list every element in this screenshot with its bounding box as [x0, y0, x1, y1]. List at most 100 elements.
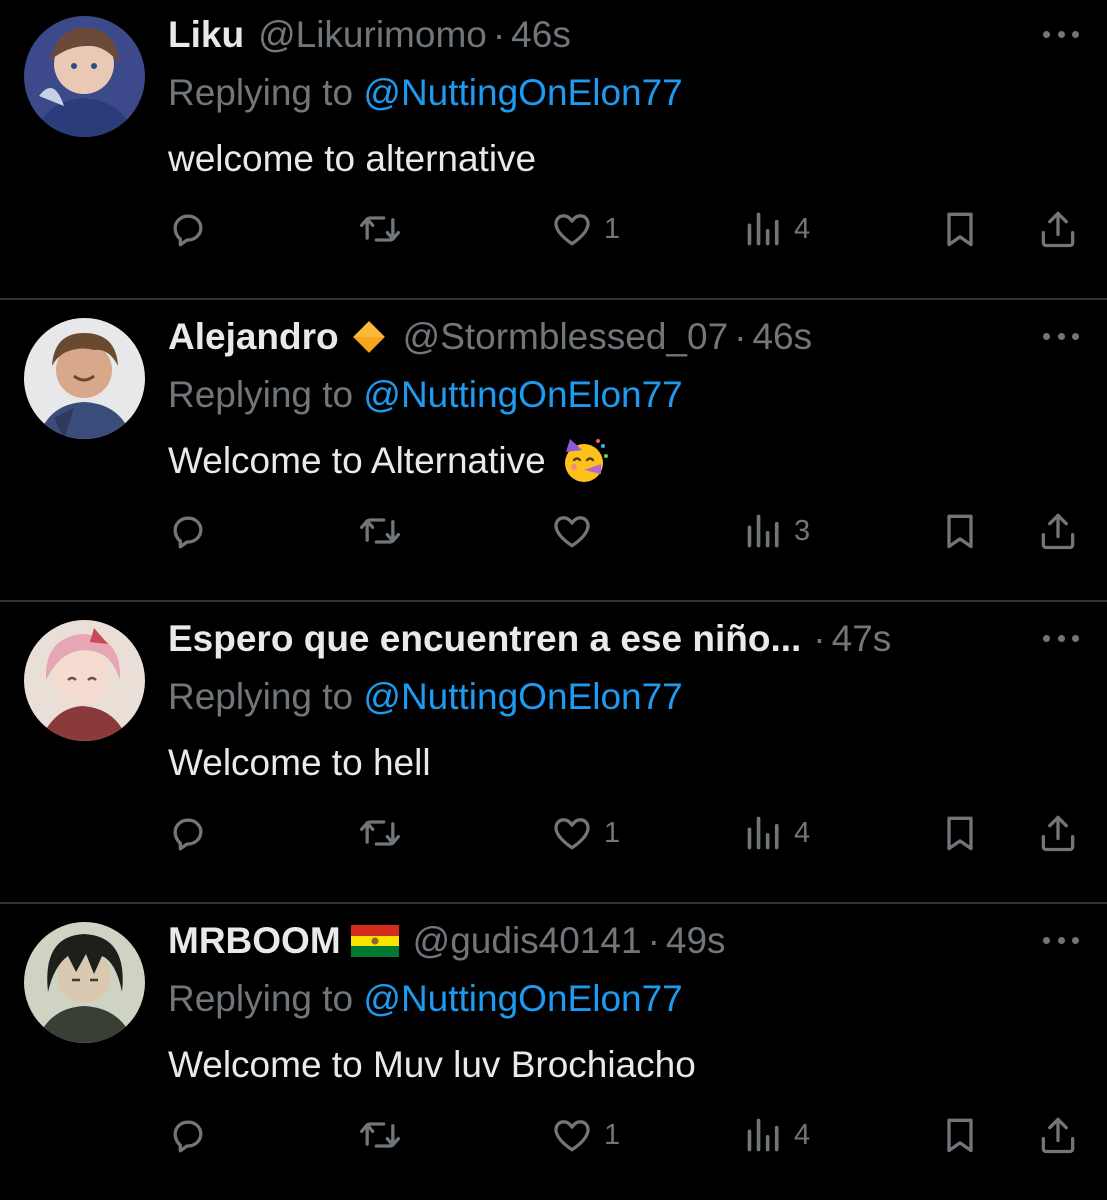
replying-to-label: Replying to: [168, 72, 354, 113]
avatar-image-espero: [24, 620, 145, 741]
bar-chart-icon: [747, 1118, 779, 1152]
partying-face-icon: [560, 436, 610, 486]
like-button[interactable]: 1: [550, 1110, 620, 1160]
reply-button[interactable]: [166, 1110, 210, 1160]
views-button[interactable]: 4: [744, 808, 810, 858]
reply-text-content: Welcome to hell: [168, 742, 431, 783]
bookmark-button[interactable]: [938, 1110, 982, 1160]
author-name[interactable]: Alejandro: [168, 312, 339, 362]
avatar-image-mrboom: [24, 922, 145, 1043]
author-name[interactable]: Espero que encuentren a ese niño...: [168, 614, 801, 664]
like-button[interactable]: [550, 506, 604, 556]
reply-text: Welcome to hell: [168, 738, 431, 788]
share-icon: [1041, 1117, 1075, 1154]
reply-header: Liku @Likurimomo · 46s: [168, 10, 571, 60]
orange-diamond-icon: [349, 317, 389, 357]
retweet-icon: [360, 216, 400, 242]
avatar[interactable]: [24, 16, 145, 137]
views-button[interactable]: 3: [744, 506, 810, 556]
reply-button[interactable]: [166, 506, 210, 556]
replying-to-mention[interactable]: @NuttingOnElon77: [363, 72, 682, 113]
retweet-icon: [360, 518, 400, 544]
reply-button[interactable]: [166, 204, 210, 254]
action-bar: 1 4: [0, 1110, 1107, 1160]
separator-dot: ·: [734, 316, 747, 357]
reply-text: Welcome to Muv luv Brochiacho: [168, 1040, 696, 1090]
replying-to: Replying to @NuttingOnElon77: [168, 672, 683, 722]
like-count: 1: [604, 1118, 621, 1151]
retweet-icon: [360, 820, 400, 846]
bookmark-button[interactable]: [938, 808, 982, 858]
retweet-button[interactable]: [356, 204, 404, 254]
views-button[interactable]: 4: [744, 1110, 810, 1160]
separator-dot: ·: [647, 920, 660, 961]
retweet-button[interactable]: [356, 506, 404, 556]
timestamp[interactable]: 46s: [752, 312, 812, 362]
like-count: 1: [604, 816, 621, 849]
bookmark-icon: [947, 212, 973, 247]
more-horizontal-icon[interactable]: [1043, 626, 1079, 650]
like-button[interactable]: 1: [550, 808, 620, 858]
reply-tweet[interactable]: Alejandro @Stormblessed_07 · 46s Replyin…: [0, 300, 1107, 602]
avatar[interactable]: [24, 620, 145, 741]
timestamp[interactable]: 46s: [511, 10, 571, 60]
more-horizontal-icon[interactable]: [1043, 22, 1079, 46]
reply-button[interactable]: [166, 808, 210, 858]
action-bar: 3: [0, 506, 1107, 556]
timestamp[interactable]: 49s: [666, 916, 726, 966]
reply-header: MRBOOM @gudis40141 · 49s: [168, 916, 726, 966]
share-icon: [1041, 211, 1075, 248]
retweet-button[interactable]: [356, 1110, 404, 1160]
author-name[interactable]: Liku: [168, 10, 244, 60]
view-count: 4: [794, 1118, 811, 1151]
reply-text-content: Welcome to Muv luv Brochiacho: [168, 1044, 696, 1085]
replying-to-mention[interactable]: @NuttingOnElon77: [363, 978, 682, 1019]
share-icon: [1041, 513, 1075, 550]
like-button[interactable]: 1: [550, 204, 620, 254]
reply-tweet[interactable]: MRBOOM @gudis40141 · 49s Replying to @Nu…: [0, 904, 1107, 1200]
author-name[interactable]: MRBOOM: [168, 916, 341, 966]
replies-feed: Liku @Likurimomo · 46s Replying to @Nutt…: [0, 0, 1107, 1200]
bookmark-button[interactable]: [938, 506, 982, 556]
share-button[interactable]: [1036, 204, 1080, 254]
heart-icon: [554, 1120, 590, 1152]
bookmark-icon: [947, 1118, 973, 1153]
reply-text: Welcome to Alternative: [168, 436, 610, 486]
bookmark-button[interactable]: [938, 204, 982, 254]
reply-text: welcome to alternative: [168, 134, 536, 184]
share-icon: [1041, 815, 1075, 852]
share-button[interactable]: [1036, 808, 1080, 858]
replying-to-label: Replying to: [168, 374, 354, 415]
reply-header: Alejandro @Stormblessed_07 · 46s: [168, 312, 812, 362]
action-bar: 1 4: [0, 204, 1107, 254]
replying-to-mention[interactable]: @NuttingOnElon77: [363, 374, 682, 415]
avatar-image-alejandro: [24, 318, 145, 439]
view-count: 4: [794, 212, 811, 245]
reply-tweet[interactable]: Espero que encuentren a ese niño... · 47…: [0, 602, 1107, 904]
timestamp[interactable]: 47s: [832, 614, 892, 664]
replying-to-mention[interactable]: @NuttingOnElon77: [363, 676, 682, 717]
share-button[interactable]: [1036, 506, 1080, 556]
views-button[interactable]: 4: [744, 204, 810, 254]
author-handle[interactable]: @Stormblessed_07: [403, 312, 729, 362]
more-horizontal-icon[interactable]: [1043, 324, 1079, 348]
bookmark-icon: [947, 816, 973, 851]
more-horizontal-icon[interactable]: [1043, 928, 1079, 952]
avatar[interactable]: [24, 318, 145, 439]
avatar-image-liku: [24, 16, 145, 137]
heart-icon: [554, 516, 590, 548]
speech-bubble-icon: [173, 1120, 203, 1153]
bar-chart-icon: [747, 212, 779, 246]
author-handle[interactable]: @gudis40141: [413, 916, 642, 966]
reply-tweet[interactable]: Liku @Likurimomo · 46s Replying to @Nutt…: [0, 0, 1107, 300]
flag-bolivia-icon: [350, 925, 399, 957]
retweet-button[interactable]: [356, 808, 404, 858]
speech-bubble-icon: [173, 214, 203, 247]
share-button[interactable]: [1036, 1110, 1080, 1160]
reply-text-content: welcome to alternative: [168, 138, 537, 179]
bookmark-icon: [947, 514, 973, 549]
heart-icon: [554, 214, 590, 246]
bar-chart-icon: [747, 816, 779, 850]
author-handle[interactable]: @Likurimomo: [258, 10, 487, 60]
avatar[interactable]: [24, 922, 145, 1043]
